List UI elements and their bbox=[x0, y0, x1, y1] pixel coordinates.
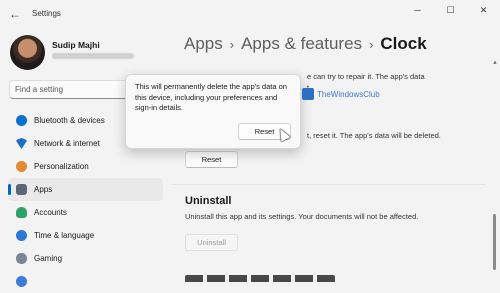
accounts-icon bbox=[16, 207, 27, 218]
breadcrumb: Apps › Apps & features › Clock bbox=[184, 34, 427, 54]
breadcrumb-separator: › bbox=[369, 37, 374, 52]
back-arrow-icon[interactable]: ← bbox=[8, 7, 22, 21]
page-title: Clock bbox=[380, 34, 427, 53]
reset-description: t, reset it. The app's data will be dele… bbox=[307, 131, 441, 140]
minimize-button[interactable]: ─ bbox=[401, 0, 434, 20]
network-icon bbox=[16, 138, 27, 149]
sidebar-item-label: Bluetooth & devices bbox=[34, 116, 105, 125]
repair-description: e can try to repair it. The app's data bbox=[307, 72, 425, 81]
sidebar-item-label: Accounts bbox=[34, 208, 67, 217]
main-content: Apps › Apps & features › Clock e can try to … bbox=[172, 28, 500, 282]
apps-icon bbox=[16, 184, 27, 195]
sidebar-item-label: Apps bbox=[34, 185, 53, 194]
time-language-icon bbox=[16, 230, 27, 241]
reset-button[interactable]: Reset bbox=[185, 151, 238, 168]
bluetooth-icon bbox=[16, 115, 27, 126]
avatar[interactable] bbox=[10, 35, 45, 70]
scroll-up-arrow-icon[interactable]: ▲ bbox=[492, 60, 498, 66]
breadcrumb-apps[interactable]: Apps bbox=[184, 34, 223, 53]
user-email-blurred bbox=[52, 53, 134, 59]
personalization-icon bbox=[16, 161, 27, 172]
uninstall-description: Uninstall this app and its settings. You… bbox=[185, 212, 419, 221]
breadcrumb-separator: › bbox=[229, 37, 235, 52]
sidebar-item-label: Network & internet bbox=[34, 139, 100, 148]
sidebar-item-apps[interactable]: Apps bbox=[8, 178, 163, 201]
close-button[interactable]: ✕ bbox=[467, 0, 500, 20]
sidebar-item-label: Gaming bbox=[34, 254, 63, 263]
sidebar-item-time-language[interactable]: Time & language bbox=[8, 224, 163, 247]
sidebar-item-personalization[interactable]: Personalization bbox=[8, 155, 163, 178]
sidebar: Sudip Majhi Bluetooth & devices Network … bbox=[0, 28, 172, 287]
sidebar-item-label: Personalization bbox=[34, 162, 89, 171]
gaming-icon bbox=[16, 253, 27, 264]
scrollbar-thumb[interactable] bbox=[493, 214, 496, 270]
flyout-message: This will permanently delete the app's d… bbox=[135, 82, 287, 112]
window-controls: ─ ☐ ✕ bbox=[401, 0, 500, 20]
next-section-heading-clipped bbox=[185, 275, 335, 282]
watermark-text: TheWindowsClub bbox=[317, 90, 380, 99]
sidebar-item-label: Time & language bbox=[34, 231, 95, 240]
sidebar-item-accounts[interactable]: Accounts bbox=[8, 201, 163, 224]
sidebar-item-gaming[interactable]: Gaming bbox=[8, 247, 163, 270]
section-divider bbox=[172, 184, 486, 185]
user-name: Sudip Majhi bbox=[52, 40, 100, 50]
breadcrumb-apps-features[interactable]: Apps & features bbox=[241, 34, 362, 53]
reset-confirm-flyout: This will permanently delete the app's d… bbox=[125, 74, 301, 149]
window-title: Settings bbox=[32, 9, 61, 18]
search-input[interactable] bbox=[15, 83, 140, 96]
uninstall-button[interactable]: Uninstall bbox=[185, 234, 238, 251]
title-bar: ← Settings ─ ☐ ✕ bbox=[0, 0, 500, 28]
maximize-button[interactable]: ☐ bbox=[434, 0, 467, 20]
uninstall-heading: Uninstall bbox=[185, 195, 232, 207]
watermark-logo-icon bbox=[302, 88, 314, 100]
